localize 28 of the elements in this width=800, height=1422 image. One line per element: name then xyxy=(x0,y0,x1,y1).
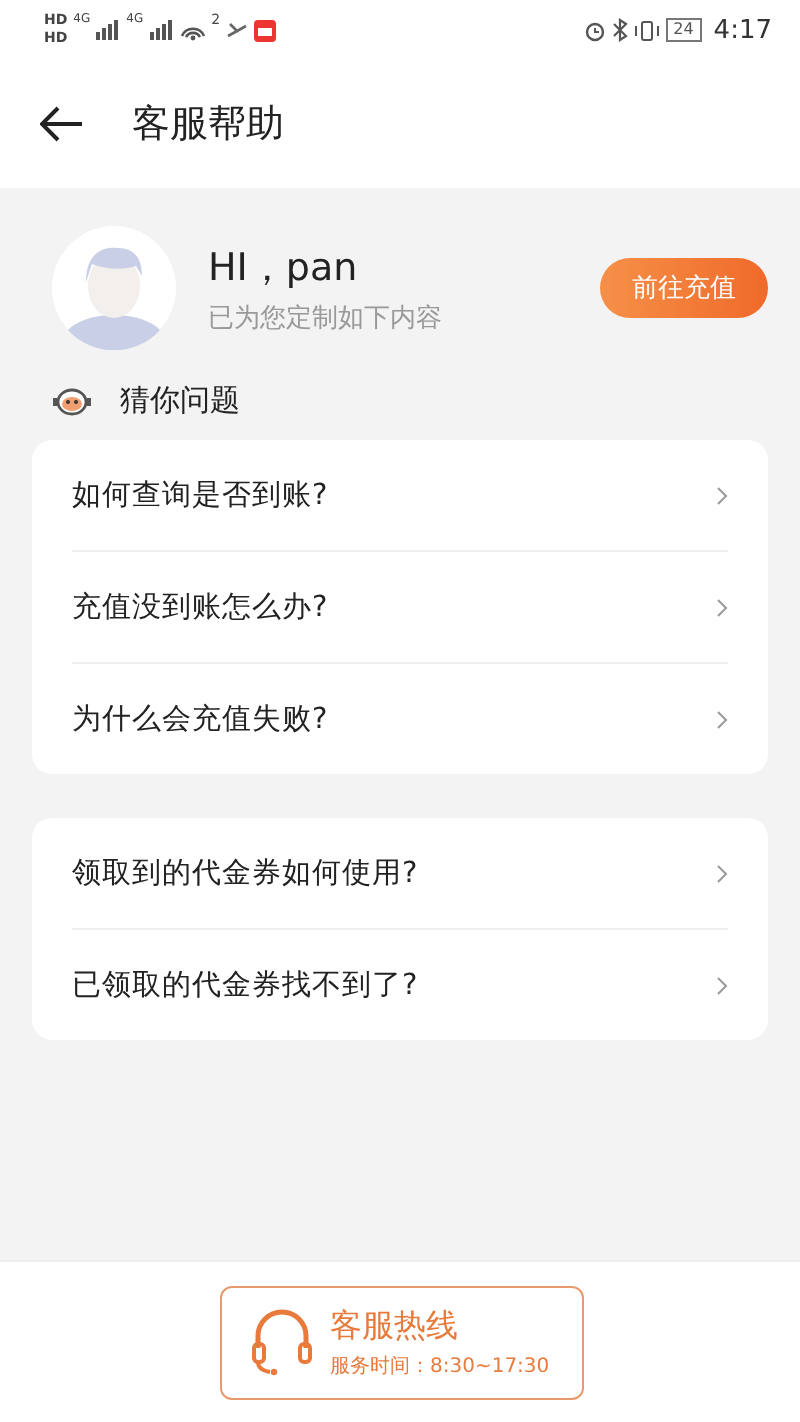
chevron-icon xyxy=(716,597,728,617)
hotline-title: 客服热线 xyxy=(330,1305,458,1347)
greeting: HI，pan xyxy=(208,243,360,293)
battery-icon: 24 xyxy=(665,18,702,42)
question-item[interactable]: 已领取的代金券找不到了? xyxy=(72,930,728,1040)
signal-icon xyxy=(149,20,174,40)
page-title: 客服帮助 xyxy=(132,100,284,150)
headset-icon xyxy=(250,1308,314,1376)
question-item[interactable]: 为什么会充值失败? xyxy=(72,664,728,774)
chevron-icon xyxy=(716,485,728,505)
avatar xyxy=(52,226,176,350)
question-item[interactable]: 充值没到账怎么办? xyxy=(72,552,728,664)
chevron-icon xyxy=(716,975,728,995)
vibrate-icon xyxy=(633,19,660,41)
signal-icon xyxy=(96,20,121,40)
question-item[interactable]: 如何查询是否到账? xyxy=(72,440,728,552)
back-icon[interactable] xyxy=(40,106,84,142)
alarm-icon xyxy=(583,19,606,41)
hotline-hours: 服务时间：8:30~17:30 xyxy=(330,1353,550,1379)
chevron-icon xyxy=(716,863,728,883)
app-notification-icon xyxy=(254,19,277,41)
chevron-icon xyxy=(716,709,728,729)
bluetooth-icon xyxy=(611,18,628,42)
subtitle: 已为您定制如下内容 xyxy=(208,301,444,335)
section-title: 猜你问题 xyxy=(120,382,240,420)
status-time: 4:17 xyxy=(713,15,772,45)
robot-icon xyxy=(52,387,92,415)
question-item[interactable]: 领取到的代金券如何使用? xyxy=(72,818,728,930)
